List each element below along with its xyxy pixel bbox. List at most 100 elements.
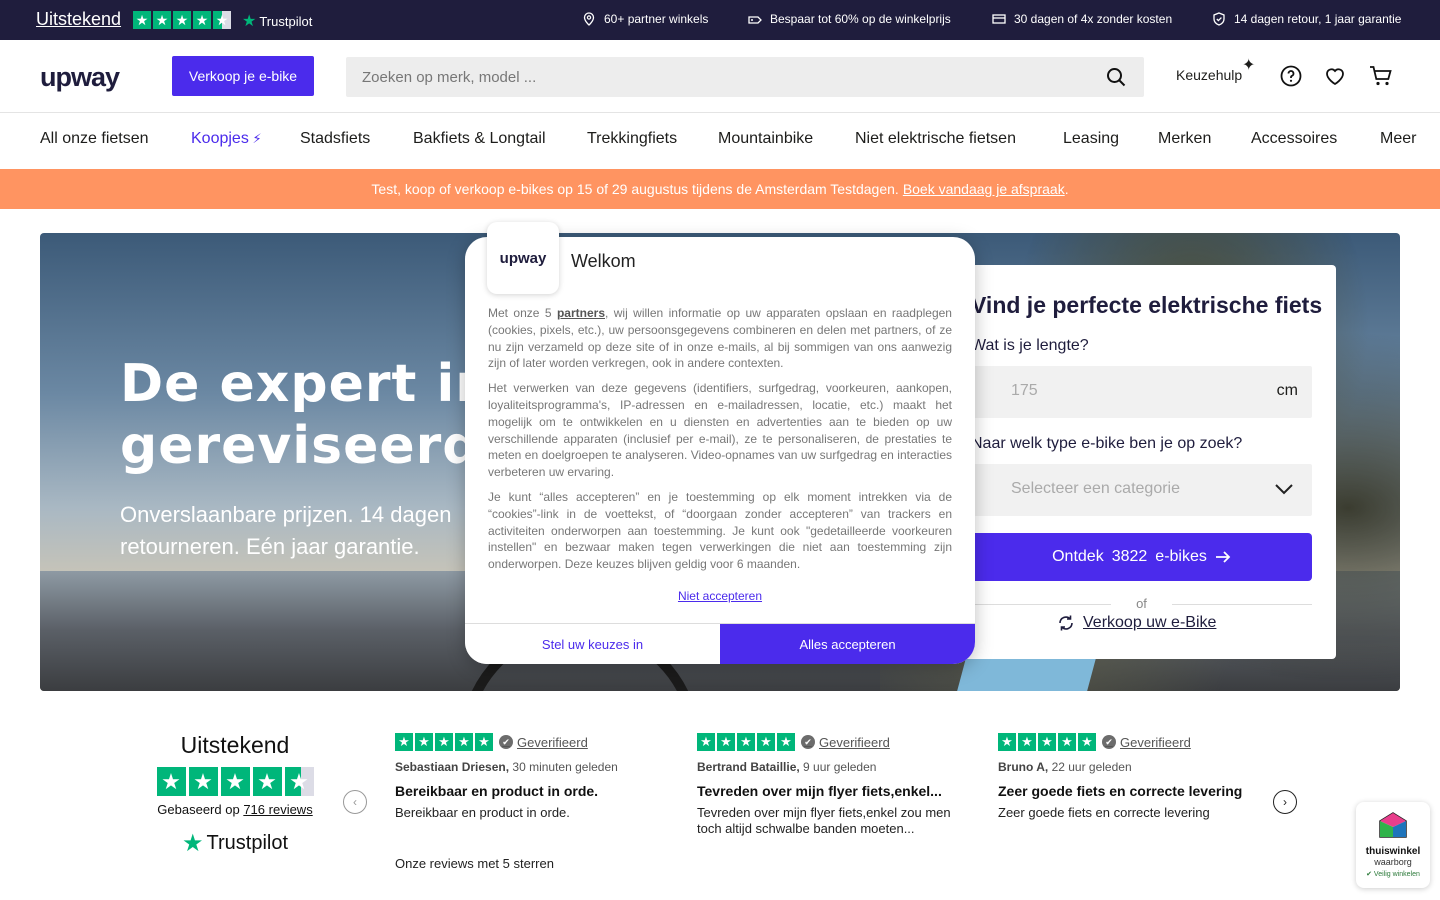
consent-body: Met onze 5 partners, wij willen informat… — [488, 305, 952, 581]
review-author: Sebastiaan Driesen, 30 minuten geleden — [395, 760, 618, 774]
arrow-right-icon — [1215, 551, 1231, 563]
review-author: Bruno A, 22 uur geleden — [998, 760, 1132, 774]
search-input[interactable] — [346, 57, 1066, 97]
hero-subtitle: Onverslaanbare prijzen. 14 dagen retourn… — [120, 502, 452, 559]
trustpilot-logo: ★ Trustpilot — [181, 830, 289, 857]
trustpilot-star-icon: ★ — [181, 830, 204, 857]
star-icon: ★ — [153, 11, 171, 29]
nav-cargo-bikes[interactable]: Bakfiets & Longtail — [413, 130, 546, 148]
tag-icon — [748, 16, 762, 24]
reviews-next-button[interactable]: › — [1273, 790, 1297, 814]
height-placeholder: 175 — [1011, 382, 1038, 399]
banner-text: Test, koop of verkoop e-bikes op 15 of 2… — [371, 181, 899, 197]
nav-city-bikes[interactable]: Stadsfiets — [300, 130, 370, 148]
thuiswinkel-badge[interactable]: thuiswinkel waarborg ✔ Veilig winkelen — [1356, 802, 1430, 888]
nav-all-bikes[interactable]: All onze fietsen — [40, 130, 149, 148]
height-input[interactable]: 175 cm — [971, 366, 1312, 418]
check-icon: ✔ — [1102, 735, 1116, 749]
usp-partner-stores: 60+ partner winkels — [582, 12, 708, 26]
consent-logo: upway — [487, 222, 559, 294]
pin-icon — [583, 12, 595, 26]
usp-guarantee: 14 dagen retour, 1 jaar garantie — [1212, 12, 1401, 26]
review-card: ★ ★ ★ ★ ★ ✔ Geverifieerd Sebastiaan Driesen, … — [395, 733, 655, 821]
reviews-prev-button[interactable]: ‹ — [343, 790, 367, 814]
cart-icon[interactable] — [1369, 65, 1393, 87]
trustpilot-logo: ★ Trustpilot — [242, 13, 313, 30]
usp-payment: 30 dagen of 4x zonder kosten — [992, 12, 1172, 26]
review-card: ★ ★ ★ ★ ★ ✔ Geverifieerd Bruno A, 22 uur gele… — [998, 733, 1258, 821]
star-icon: ★ — [156, 767, 186, 796]
consent-paragraph-1: Met onze 5 partners, wij willen informat… — [488, 306, 952, 371]
review-count: Gebaseerd op 716 reviews — [157, 802, 313, 817]
summary-rating-label: Uitstekend — [180, 732, 290, 758]
nav-non-electric[interactable]: Niet elektrische fietsen — [855, 130, 1016, 148]
height-label: Wat is je lengte? — [971, 337, 1089, 354]
review-title: Zeer goede fiets en correcte levering — [998, 783, 1243, 799]
star-icon: ★ — [173, 11, 191, 29]
height-unit: cm — [1276, 382, 1298, 399]
star-icon: ★ — [133, 11, 151, 29]
or-divider: of — [971, 596, 1312, 611]
trustpilot-rating-link[interactable]: Uitstekend — [36, 9, 121, 30]
sell-ebike-button[interactable]: Verkoop je e-bike — [172, 56, 314, 96]
main-navigation: All onze fietsen Koopjes ⚡ Stadsfiets Ba… — [0, 113, 1440, 169]
refresh-icon — [1059, 615, 1073, 631]
help-icon[interactable] — [1280, 65, 1302, 87]
sparkle-icon: ✦ — [1242, 57, 1256, 74]
trustpilot-stars: ★ ★ ★ ★ ★ — [133, 11, 231, 29]
summary-stars: ★ ★ ★ ★ ★ — [150, 767, 320, 796]
verified-link[interactable]: ✔ Geverifieerd — [499, 735, 588, 750]
nav-mountainbikes[interactable]: Mountainbike — [718, 130, 813, 148]
verified-link[interactable]: ✔ Geverifieerd — [1102, 735, 1191, 750]
category-select[interactable]: Selecteer een categorie — [971, 464, 1312, 516]
heart-icon[interactable] — [1324, 65, 1346, 87]
trustpilot-summary: Uitstekend ★ ★ ★ ★ ★ Gebaseerd op 716 re… — [150, 732, 320, 858]
review-stars: ★ ★ ★ ★ ★ — [395, 733, 493, 751]
partners-link[interactable]: partners — [557, 306, 605, 320]
accept-all-button[interactable]: Alles accepteren — [720, 624, 975, 664]
bike-finder-card: Vind je perfecte elektrische fiets Wat i… — [935, 265, 1336, 659]
nav-brands[interactable]: Merken — [1158, 130, 1211, 148]
nav-accessories[interactable]: Accessoires — [1251, 130, 1337, 148]
search-icon[interactable] — [1106, 67, 1126, 87]
keuzehulp-link[interactable]: Keuzehulp — [1176, 67, 1242, 83]
configure-choices-button[interactable]: Stel uw keuzes in — [465, 624, 720, 664]
nav-trekking-bikes[interactable]: Trekkingfiets — [587, 130, 677, 148]
star-icon: ★ — [188, 767, 218, 796]
shield-icon — [1213, 12, 1225, 26]
cookie-consent-dialog: upway Welkom Met onze 5 partners, wij wi… — [465, 222, 975, 664]
discover-ebikes-button[interactable]: Ontdek 3822 e-bikes — [971, 533, 1312, 581]
usp-savings: Bespaar tot 60% op de winkelprijs — [748, 12, 951, 26]
search-bar — [346, 57, 1144, 97]
nav-leasing[interactable]: Leasing — [1063, 130, 1119, 148]
consent-buttons: Stel uw keuzes in Alles accepteren — [465, 623, 975, 664]
banner-book-link[interactable]: Boek vandaag je afspraak — [903, 181, 1065, 197]
nav-more[interactable]: Meer — [1380, 130, 1416, 148]
review-title: Tevreden over mijn flyer fiets,enkel... — [697, 783, 942, 799]
house-icon — [1379, 812, 1407, 838]
check-icon: ✔ — [801, 735, 815, 749]
consent-paragraph-3: Je kunt “alles accepteren” en je toestem… — [488, 489, 952, 572]
check-icon: ✔ — [499, 735, 513, 749]
upway-logo[interactable]: upway — [40, 62, 120, 93]
card-icon — [992, 14, 1006, 24]
chevron-down-icon — [1275, 484, 1293, 495]
promo-banner: Test, koop of verkoop e-bikes op 15 of 2… — [0, 169, 1440, 209]
review-stars: ★ ★ ★ ★ ★ — [998, 733, 1096, 751]
sell-ebike-link[interactable]: Verkoop uw e-Bike — [1057, 614, 1216, 632]
nav-deals[interactable]: Koopjes ⚡ — [191, 130, 262, 148]
top-bar: Uitstekend ★ ★ ★ ★ ★ ★ Trustpilot 60+ par… — [0, 0, 1440, 40]
verified-link[interactable]: ✔ Geverifieerd — [801, 735, 890, 750]
review-text: Tevreden over mijn flyer fiets,enkel zou… — [697, 805, 951, 836]
star-icon: ★ — [252, 767, 282, 796]
star-half-icon: ★ — [284, 767, 314, 796]
all-reviews-link[interactable]: Onze reviews met 5 sterren — [395, 856, 554, 871]
category-placeholder: Selecteer een categorie — [1011, 480, 1180, 497]
review-card: ★ ★ ★ ★ ★ ✔ Geverifieerd Bertrand Bataillie, … — [697, 733, 957, 837]
star-half-icon: ★ — [213, 11, 231, 29]
reject-all-link[interactable]: Niet accepteren — [465, 589, 975, 603]
type-label: Naar welk type e-bike ben je op zoek? — [971, 435, 1243, 452]
review-title: Bereikbaar en product in orde. — [395, 783, 599, 799]
finder-title: Vind je perfecte elektrische fiets — [971, 292, 1323, 318]
review-count-link[interactable]: 716 reviews — [243, 802, 312, 817]
